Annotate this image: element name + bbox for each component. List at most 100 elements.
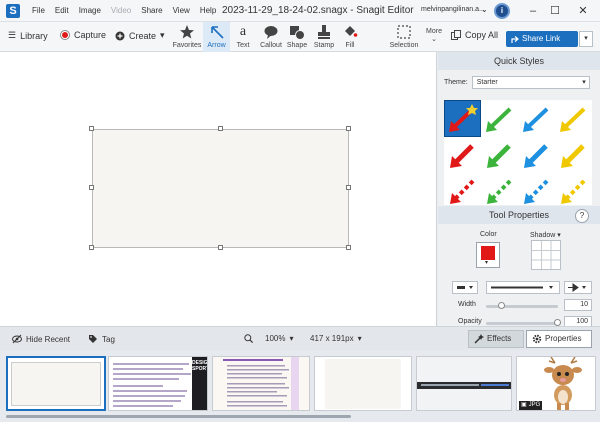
opacity-slider[interactable] [486,322,558,325]
width-label: Width [458,301,476,308]
recent-captures-tray: DESIGN SPORT [0,350,600,422]
recent-thumbnail[interactable] [416,356,512,411]
menu-share[interactable]: Share [141,6,162,15]
stamp-icon [311,24,337,42]
maximize-button[interactable]: ☐ [544,2,566,20]
thumbnail-image [213,357,309,410]
chevron-down-icon[interactable]: ⌄ [481,5,488,14]
tag-button[interactable]: Tag [88,334,115,344]
help-button[interactable]: ? [575,209,589,223]
chevron-down-icon: ⌄ [431,36,437,43]
library-button[interactable]: ☰ Library [8,30,48,41]
tool-text[interactable]: a Text [231,22,255,52]
effects-button[interactable]: Effects [468,330,524,348]
close-button[interactable]: ✕ [572,2,594,20]
tool-label: Selection [389,42,419,49]
tray-scrollbar-thumb[interactable] [6,415,351,418]
quick-style-blue-dotted-arrow[interactable] [519,173,554,208]
resize-handle[interactable] [346,126,351,131]
tool-fill[interactable]: Fill [338,22,362,52]
zoom-select[interactable]: 100% ▾ [244,334,293,343]
recent-thumbnail[interactable]: DESIGN SPORT [108,356,208,411]
create-button[interactable]: Create ▾ [115,30,165,41]
resize-handle[interactable] [89,245,94,250]
color-picker[interactable]: ▾ [476,242,500,268]
selection-marquee-icon [388,24,420,42]
hide-recent-button[interactable]: Hide Recent [12,334,70,344]
selected-image[interactable] [92,129,349,248]
more-tools-button[interactable]: More ⌄ [423,22,445,52]
recent-thumbnail[interactable] [212,356,310,411]
shadow-label[interactable]: Shadow ▾ [530,231,561,239]
notifications-button[interactable]: i [494,3,510,19]
menu-edit[interactable]: Edit [55,6,69,15]
tool-stamp[interactable]: Stamp [311,22,337,52]
copy-all-button[interactable]: Copy All [451,30,498,40]
tag-label: Tag [102,334,115,344]
resize-handle[interactable] [218,245,223,250]
quick-style-yellow-dotted-arrow[interactable] [556,173,591,208]
editor-canvas[interactable] [0,52,437,326]
chevron-down-icon: ▾ [582,79,586,86]
opacity-slider-handle[interactable] [554,319,561,326]
chevron-down-icon: ▾ [357,334,362,343]
quick-style-blue-arrow[interactable] [519,101,554,136]
share-link-button[interactable]: Share Link [506,31,578,47]
resize-handle[interactable] [218,126,223,131]
jpg-badge-label: JPG [528,402,541,408]
resize-handle[interactable] [346,185,351,190]
tool-callout[interactable]: Callout [258,22,284,52]
menu-view[interactable]: View [173,6,190,15]
quick-style-red-arrow[interactable] [444,100,481,137]
recent-thumbnail[interactable] [314,356,412,411]
tool-favorites[interactable]: Favorites [172,22,202,52]
quick-style-yellow-arrow[interactable] [556,101,591,136]
resize-handle[interactable] [89,126,94,131]
properties-button[interactable]: Properties [526,330,592,348]
line-end-icon [457,286,473,289]
width-field[interactable]: 10 [564,299,592,311]
capture-button[interactable]: Capture [60,30,106,40]
image-size-value: 417 x 191px [310,334,354,343]
menu-help[interactable]: Help [200,6,216,15]
shadow-direction-grid[interactable] [531,240,561,270]
quick-style-red-arrow-3d[interactable] [445,137,480,172]
line-start-style[interactable] [452,281,478,294]
minimize-button[interactable]: – [522,2,544,20]
theme-select[interactable]: Starter ▾ [471,76,590,89]
tool-arrow[interactable]: Arrow [203,22,230,52]
title-bar: S File Edit Image Video Share View Help … [0,0,600,22]
status-bar: Hide Recent Tag 100% ▾ 417 x 191px ▾ Eff… [0,326,600,350]
share-options-dropdown[interactable]: ▾ [579,31,593,47]
recent-thumbnail[interactable]: ▣ JPG [516,356,596,411]
quick-style-green-dotted-arrow[interactable] [482,173,517,208]
color-swatch-fill [481,246,495,260]
menu-image[interactable]: Image [79,6,101,15]
snagit-logo-icon: S [6,4,20,18]
recent-thumbnail[interactable] [6,356,106,411]
capture-label: Capture [74,30,107,40]
tool-label: Arrow [207,42,226,49]
user-account[interactable]: melvinpangilinan.a... [421,6,485,13]
image-file-icon: ▣ [521,402,527,408]
toolbar: ☰ Library Capture Create ▾ Favorites Arr… [0,22,600,52]
quick-style-red-dotted-arrow[interactable] [445,173,480,208]
tool-shape[interactable]: Shape [284,22,310,52]
line-end-style[interactable] [564,281,592,294]
resize-handle[interactable] [346,245,351,250]
tray-scrollbar[interactable] [0,414,600,420]
resize-handle[interactable] [89,185,94,190]
width-slider-handle[interactable] [498,302,505,309]
menu-file[interactable]: File [32,6,45,15]
quick-style-yellow-arrow-3d[interactable] [556,137,591,172]
line-style-select[interactable] [486,281,560,294]
quick-styles-title: Quick Styles [438,52,600,70]
image-size-select[interactable]: 417 x 191px ▾ [310,334,362,343]
tool-selection[interactable]: Selection [388,22,420,52]
width-slider[interactable] [486,305,558,308]
copy-all-label: Copy All [465,30,499,40]
theme-value: Starter [476,79,498,86]
quick-style-green-arrow[interactable] [482,101,517,136]
quick-style-blue-arrow-3d[interactable] [519,137,554,172]
quick-style-green-arrow-3d[interactable] [482,137,517,172]
